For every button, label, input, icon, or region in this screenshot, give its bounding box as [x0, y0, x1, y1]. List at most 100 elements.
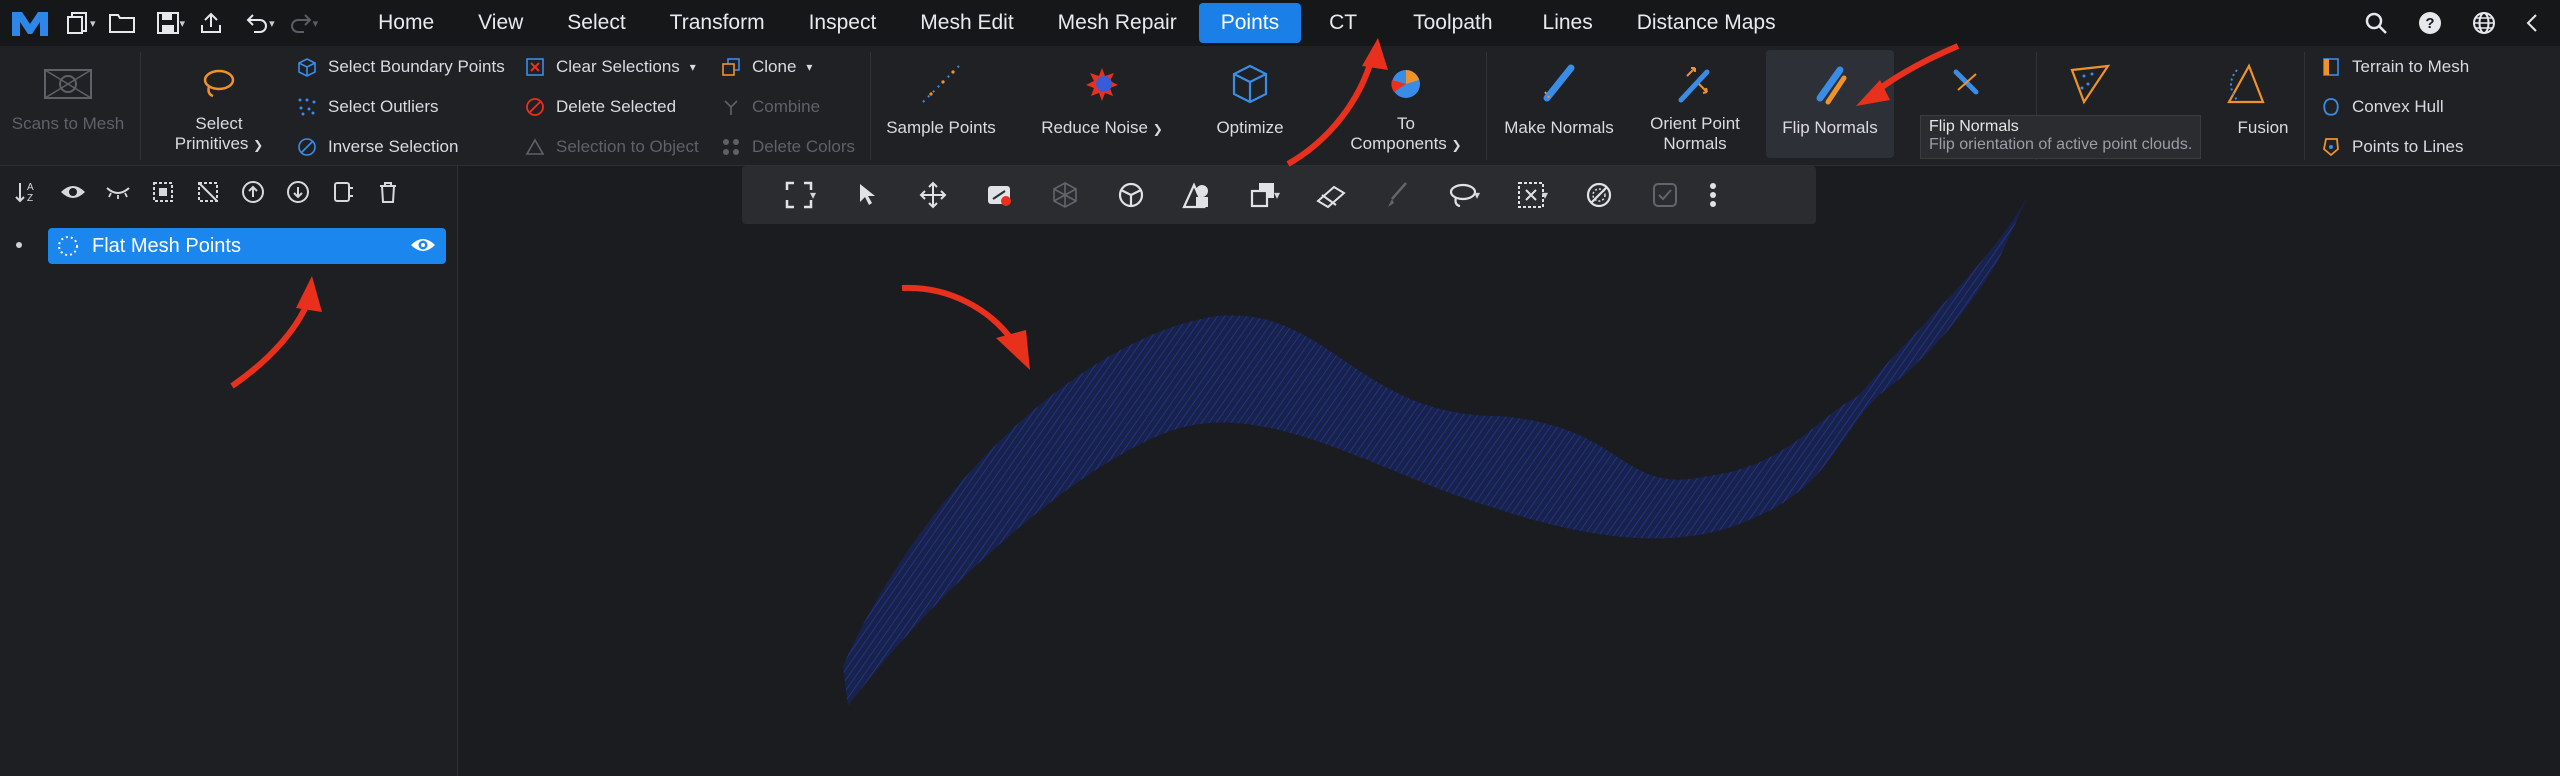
tab-mesh-repair[interactable]: Mesh Repair [1036, 3, 1199, 43]
normals-tool-button[interactable] [1924, 54, 2008, 114]
export-icon[interactable] [193, 5, 229, 41]
delete-colors-button[interactable]: Delete Colors [720, 130, 855, 164]
chevron-down-icon[interactable]: ▾ [90, 17, 96, 30]
open-folder-icon[interactable] [104, 5, 140, 41]
3d-viewport[interactable] [458, 166, 2560, 776]
tab-select[interactable]: Select [545, 3, 647, 43]
scene-tree-item[interactable]: Flat Mesh Points [48, 228, 446, 264]
terrain-to-mesh-button[interactable]: Terrain to Mesh [2320, 50, 2469, 84]
clear-selections-button[interactable]: Clear Selections ▾ [524, 50, 696, 84]
delete-colors-label: Delete Colors [752, 137, 855, 156]
tab-mesh-edit[interactable]: Mesh Edit [898, 3, 1035, 43]
select-boundary-points-button[interactable]: Select Boundary Points [296, 50, 505, 84]
search-icon[interactable] [2360, 5, 2392, 41]
tab-inspect[interactable]: Inspect [787, 3, 899, 43]
steering-icon[interactable] [1098, 166, 1164, 224]
convex-hull-icon [2320, 96, 2342, 118]
tab-ct[interactable]: CT [1301, 3, 1385, 43]
show-all-eye-icon[interactable] [55, 175, 90, 210]
no-select-icon[interactable] [1566, 166, 1632, 224]
menu-bar: ▾ ▾ ▾ ▾ Home View Select Transform Inspe… [0, 0, 2560, 46]
brush-icon[interactable] [1364, 166, 1430, 224]
points-to-lines-button[interactable]: Points to Lines [2320, 130, 2464, 164]
app-logo[interactable] [0, 0, 60, 46]
selection-to-object-button[interactable]: Selection to Object [524, 130, 699, 164]
shapes-icon[interactable] [1164, 166, 1230, 224]
chevron-down-icon: ▾ [689, 60, 696, 74]
orient-point-normals-button[interactable]: Orient Point Normals [1636, 54, 1754, 154]
chevron-down-icon[interactable]: ▾ [1474, 188, 1498, 202]
to-components-button[interactable]: To Components ❯ [1340, 54, 1472, 155]
chevron-down-icon[interactable]: ▾ [269, 17, 275, 30]
trash-icon[interactable] [370, 175, 405, 210]
orient-point-normals-label-2: Normals [1663, 134, 1727, 153]
select-all-icon[interactable] [145, 175, 180, 210]
chevron-down-icon: ❯ [253, 138, 264, 152]
globe-icon[interactable] [2468, 5, 2500, 41]
tooltip-title: Flip Normals [1929, 118, 2019, 135]
clipping-plane-icon[interactable] [1298, 166, 1364, 224]
chevron-down-icon[interactable]: ▾ [1274, 188, 1298, 202]
sample-points-button[interactable]: Sample Points [880, 54, 1002, 138]
components-icon [1386, 54, 1426, 114]
visibility-eye-icon[interactable] [410, 234, 436, 261]
more-options-icon[interactable] [1698, 166, 1728, 224]
make-normals-button[interactable]: Make Normals [1498, 54, 1620, 138]
combine-button[interactable]: Combine [720, 90, 820, 124]
tree-bullet [16, 242, 22, 248]
reduce-noise-label: Reduce Noise [1041, 118, 1148, 137]
triangulation-button[interactable] [2050, 54, 2130, 114]
move-down-icon[interactable] [280, 175, 315, 210]
chevron-down-icon[interactable]: ▾ [180, 17, 186, 30]
orient-point-normals-label-1: Orient Point [1650, 114, 1740, 133]
select-cursor-icon[interactable] [834, 166, 900, 224]
deselect-all-icon[interactable] [190, 175, 225, 210]
chevron-down-icon[interactable]: ▾ [1542, 188, 1566, 202]
fusion-label: Fusion [2237, 118, 2289, 137]
delete-icon [524, 96, 546, 118]
select-primitives-label-2: Primitives [174, 134, 249, 153]
clone-label: Clone [752, 57, 797, 76]
cube-select-icon [296, 56, 318, 78]
convex-hull-button[interactable]: Convex Hull [2320, 90, 2444, 124]
help-icon[interactable]: ? [2414, 5, 2446, 41]
tooltip-description: Flip orientation of active point clouds. [1929, 136, 2193, 153]
flip-normals-button[interactable]: Flip Normals [1766, 50, 1894, 158]
convex-hull-label: Convex Hull [2352, 97, 2444, 116]
scene-toolbar: AZ [0, 166, 457, 218]
inverse-selection-button[interactable]: Inverse Selection [296, 130, 458, 164]
tab-transform[interactable]: Transform [648, 3, 787, 43]
tab-distance-maps[interactable]: Distance Maps [1615, 3, 1798, 43]
select-primitives-button[interactable]: Select Primitives ❯ [164, 54, 274, 155]
fusion-button[interactable]: Fusion [2200, 54, 2290, 138]
panel-toggle-icon[interactable] [325, 175, 360, 210]
move-up-icon[interactable] [235, 175, 270, 210]
checkbox-icon[interactable] [1632, 166, 1698, 224]
tab-toolpath[interactable]: Toolpath [1385, 3, 1520, 43]
tab-home[interactable]: Home [356, 3, 456, 43]
chevron-down-icon[interactable]: ▾ [313, 17, 319, 30]
tab-lines[interactable]: Lines [1521, 3, 1615, 43]
optimize-label: Optimize [1216, 118, 1284, 137]
tab-points[interactable]: Points [1198, 3, 1302, 43]
mesh-wire-icon[interactable] [1032, 166, 1098, 224]
delete-selected-button[interactable]: Delete Selected [524, 90, 676, 124]
scans-to-mesh-button[interactable]: Scans to Mesh [6, 54, 130, 134]
select-outliers-button[interactable]: Select Outliers [296, 90, 439, 124]
chevron-down-icon[interactable]: ▾ [810, 188, 834, 202]
optimize-cube-icon [1230, 54, 1270, 114]
to-components-label-1: To [1397, 114, 1415, 133]
to-components-label-row: Components ❯ [1350, 134, 1461, 155]
transform-box-icon[interactable] [966, 166, 1032, 224]
collapse-chevron-icon[interactable] [2522, 5, 2542, 41]
optimize-button[interactable]: Optimize [1196, 54, 1304, 138]
hide-all-icon[interactable] [100, 175, 135, 210]
clone-button[interactable]: Clone ▾ [720, 50, 812, 84]
tab-view[interactable]: View [456, 3, 545, 43]
reduce-noise-button[interactable]: Reduce Noise ❯ [1036, 54, 1168, 139]
sort-az-icon[interactable]: AZ [10, 175, 45, 210]
ribbon-separator [2304, 52, 2305, 160]
chevron-down-icon: ❯ [1451, 138, 1462, 152]
outliers-icon [296, 96, 318, 118]
move-icon[interactable] [900, 166, 966, 224]
